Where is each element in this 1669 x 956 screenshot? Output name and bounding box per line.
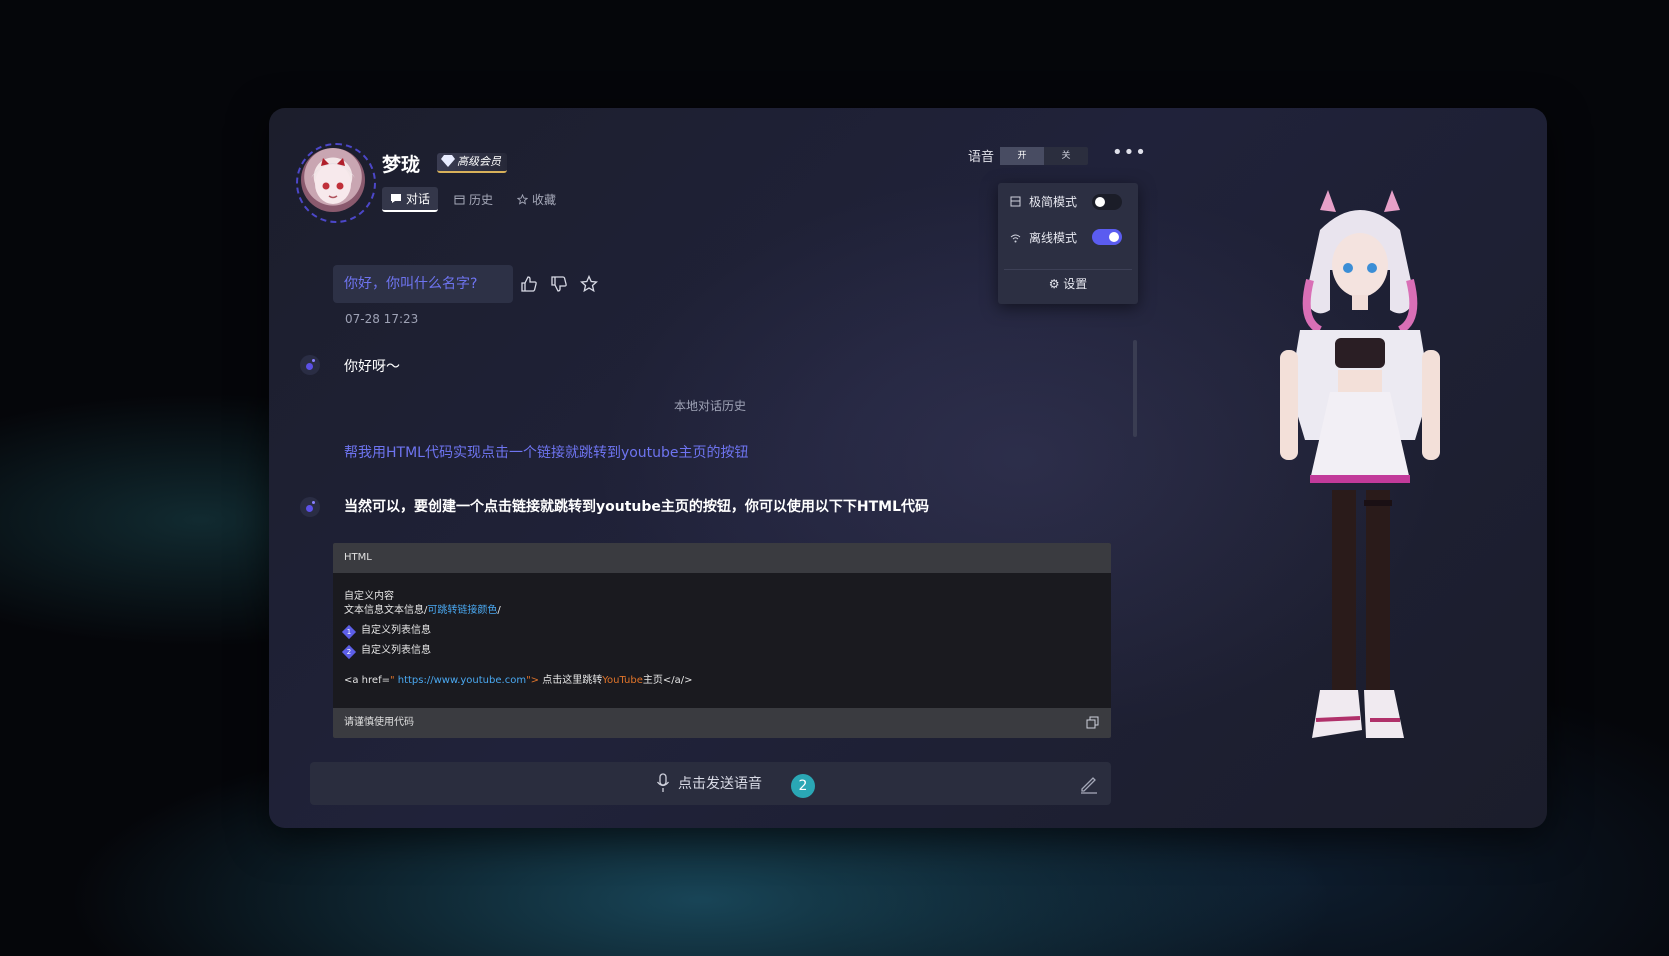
tab-history-label: 历史 <box>469 193 494 207</box>
diamond-icon <box>441 155 455 167</box>
pen-icon[interactable] <box>1079 774 1099 794</box>
tab-favorites-label: 收藏 <box>532 193 557 207</box>
number-badge: 2 <box>341 644 357 660</box>
menu-item-settings[interactable]: ⚙ 设置 <box>998 275 1138 292</box>
bot-avatar-icon <box>300 355 320 375</box>
code-warning-text: 请谨慎使用代码 <box>344 717 414 728</box>
menu-item-offline-mode[interactable]: 离线模式 <box>1010 229 1077 246</box>
settings-label: 设置 <box>1063 277 1088 291</box>
list-item-text: 自定义列表信息 <box>361 645 431 656</box>
menu-item-simple-mode[interactable]: 极简模式 <box>1010 193 1077 210</box>
microphone-icon <box>656 773 670 792</box>
offline-mode-label: 离线模式 <box>1029 231 1078 245</box>
tab-history[interactable]: 历史 <box>446 187 501 212</box>
history-divider-label: 本地对话历史 <box>674 399 747 413</box>
code-footer: 请谨慎使用代码 <box>333 708 1111 738</box>
character-name: 梦珑 <box>382 154 421 176</box>
list-item: 1 自定义列表信息 <box>341 624 693 640</box>
bot-avatar-icon <box>300 497 320 517</box>
code-block: HTML 自定义内容 文本信息文本信息/可跳转链接颜色/ 1 自定义列表信息 2自… <box>333 543 1111 738</box>
chat-icon <box>391 194 401 203</box>
user-message-bubble: 你好，你叫什么名字? <box>333 265 513 303</box>
menu-divider <box>1004 269 1132 270</box>
star-icon[interactable] <box>580 275 598 293</box>
code-text: <a href= <box>344 675 390 686</box>
tab-chat-label: 对话 <box>406 192 431 206</box>
vip-label: 高级会员 <box>457 155 501 168</box>
options-dropdown-menu: 极简模式 离线模式 ⚙ 设置 <box>998 183 1138 304</box>
list-item-text: 自定义列表信息 <box>361 625 431 636</box>
tab-favorites[interactable]: 收藏 <box>509 187 564 212</box>
code-text: " <box>389 675 398 686</box>
calendar-icon <box>454 195 465 205</box>
code-text: 点击这里跳转 <box>539 675 603 686</box>
simple-mode-label: 极简模式 <box>1029 195 1078 209</box>
voice-toggle-group: 语音 开 关 <box>968 146 1089 165</box>
message-actions <box>520 275 598 293</box>
anime-character-illustration <box>1280 190 1440 738</box>
toggle-knob <box>1109 232 1119 242</box>
simple-mode-toggle[interactable] <box>1092 194 1122 210</box>
code-text: 文本信息文本信息/ <box>344 605 428 616</box>
code-link[interactable]: 可跳转链接颜色 <box>427 605 497 616</box>
more-options-icon[interactable]: ••• <box>1112 142 1147 163</box>
character-avatar-image <box>301 148 365 212</box>
offline-mode-toggle[interactable] <box>1092 229 1122 245</box>
code-text: 主页</a/> <box>642 675 693 686</box>
code-text: "> <box>526 675 540 686</box>
chat-scrollbar[interactable] <box>1133 340 1137 437</box>
code-line: <a href=" https://www.youtube.com"> 点击这里… <box>344 674 693 688</box>
voice-off-button[interactable]: 关 <box>1044 147 1088 165</box>
voice-on-button[interactable]: 开 <box>1000 146 1045 165</box>
thumbs-down-icon[interactable] <box>550 275 568 293</box>
layout-icon <box>1010 196 1021 207</box>
user-message: 帮我用HTML代码实现点击一个链接就跳转到youtube主页的按钮 <box>344 445 749 461</box>
code-text: YouTube <box>602 675 643 686</box>
message-timestamp: 07-28 17:23 <box>345 312 419 326</box>
copy-icon[interactable] <box>1086 716 1099 729</box>
tab-chat[interactable]: 对话 <box>382 187 439 212</box>
count-badge: 2 <box>791 774 815 798</box>
avatar[interactable] <box>296 143 376 223</box>
wifi-icon <box>1010 234 1021 242</box>
list-item: 2 自定义列表信息 <box>341 644 693 660</box>
code-content: 自定义内容 文本信息文本信息/可跳转链接颜色/ 1 自定义列表信息 2 自定义列表信… <box>341 590 693 688</box>
voice-label: 语音 <box>968 150 995 165</box>
toggle-knob <box>1095 197 1105 207</box>
code-url: https://www.youtube.com <box>397 675 527 686</box>
star-icon <box>517 194 529 205</box>
bot-message: 你好呀～ <box>344 359 400 375</box>
bot-message: 当然可以，要创建一个点击链接就跳转到youtube主页的按钮，你可以使用以下下H… <box>344 499 930 515</box>
code-text: / <box>497 605 501 616</box>
gear-icon: ⚙ <box>1048 277 1060 291</box>
voice-prompt-label: 点击发送语音 <box>678 776 762 792</box>
code-language-label: HTML <box>333 543 1111 573</box>
voice-input-bar[interactable]: 点击发送语音 2 <box>310 762 1111 805</box>
send-voice-button[interactable]: 点击发送语音 <box>656 773 762 793</box>
voice-segmented-control: 开 关 <box>1000 146 1089 165</box>
code-line: 文本信息文本信息/可跳转链接颜色/ <box>344 604 693 618</box>
number-badge: 1 <box>341 624 357 640</box>
tab-bar: 对话 历史 收藏 <box>382 187 564 212</box>
vip-badge: 高级会员 <box>437 153 507 173</box>
code-line: 自定义内容 <box>344 591 394 602</box>
thumbs-up-icon[interactable] <box>520 275 538 293</box>
